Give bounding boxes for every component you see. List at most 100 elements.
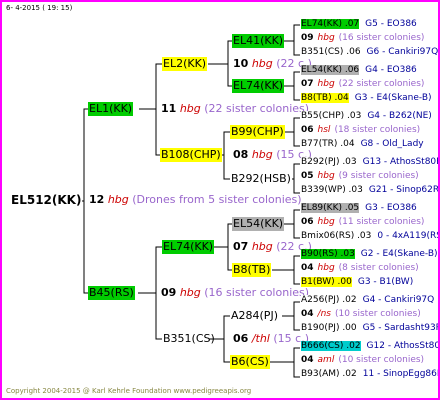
g4-note-3: (18 sister colonies) (334, 125, 421, 135)
g4-queen-top-5[interactable]: EL89(KK) .05 (301, 203, 360, 213)
g3-queen-1[interactable]: EL41(KK) (232, 34, 285, 48)
g2-queen-2[interactable]: B108(CHP) (160, 148, 222, 162)
g1-queen-1[interactable]: EL1(KK) (88, 102, 134, 116)
g2-queen-4[interactable]: B351(CS) (162, 332, 216, 346)
g4-queen-bot-8[interactable]: B93(AM) .02 (301, 369, 357, 379)
g4-hbg-5: hbg (317, 217, 335, 227)
g4-row-mid-6: 04 hbg (8 sister colonies) (300, 263, 420, 274)
g4-queen-bot-7[interactable]: B190(PJ) .00 (301, 323, 357, 333)
g1-hbg-1: hbg (179, 102, 201, 115)
g4-row-mid-4: 05 hbg (9 sister colonies) (300, 171, 420, 182)
g4-queen-bot-3[interactable]: B77(TR) .04 (301, 139, 355, 149)
g1-queen-2[interactable]: B45(RS) (88, 286, 135, 300)
g4-queen-top-1[interactable]: EL74(KK) .07 (301, 19, 360, 29)
g4-queen-top-8[interactable]: B666(CS) .02 (301, 341, 361, 351)
root-drone-info: 12 hbg (Drones from 5 sister colonies) (88, 193, 303, 207)
g4-queen-top-2[interactable]: EL54(KK) .06 (301, 65, 360, 75)
root-note: (Drones from 5 sister colonies) (132, 193, 302, 206)
g2-queen-3[interactable]: EL74(KK) (162, 240, 215, 254)
g4-line-top-2: G4 - EO386 (365, 65, 417, 75)
g4-num-5: 06 (301, 217, 314, 227)
g4-row-mid-1: 09 hbg (16 sister colonies) (300, 33, 425, 44)
g4-line-bot-7: G5 - Sardasht93R (362, 323, 440, 333)
g4-line-top-5: G3 - EO386 (365, 203, 417, 213)
g3-queen-8[interactable]: B6(CS) (230, 355, 270, 369)
g4-hbg-7: /ns (317, 309, 331, 319)
g4-num-8: 04 (301, 355, 314, 365)
copyright-footer: Copyright 2004-2015 @ Karl Kehrle Founda… (6, 387, 252, 395)
g4-queen-bot-6[interactable]: B1(BW) .00 (301, 277, 352, 287)
g1-drone-2: 09 hbg (16 sister colonies) (160, 286, 310, 300)
g4-line-bot-2: G3 - E4(Skane-B) (354, 93, 432, 103)
g2-hbg-1: hbg (251, 57, 273, 70)
g2-num-3: 07 (233, 240, 249, 253)
g4-line-bot-3: G8 - Old_Lady (360, 139, 424, 149)
g4-line-top-7: G4 - Cankiri97Q (362, 295, 435, 305)
g4-note-5: (11 sister colonies) (338, 217, 425, 227)
g4-line-top-4: G13 - AthosSt80R (362, 157, 440, 167)
g4-row-bot-5: Bmix06(RS) .03 0 - 4xA119(RS) (300, 231, 438, 242)
g2-drone-4: 06 /thl (15 c.) (232, 332, 310, 346)
g2-hbg-4: /thl (251, 332, 270, 345)
g4-queen-top-4[interactable]: B292(PJ) .03 (301, 157, 357, 167)
g2-num-1: 10 (233, 57, 249, 70)
g3-queen-2[interactable]: EL74(KK) (232, 79, 285, 93)
g1-hbg-2: hbg (179, 286, 201, 299)
g3-queen-6[interactable]: B8(TB) (232, 263, 272, 277)
g4-queen-bot-4[interactable]: B339(WP) .03 (301, 185, 363, 195)
g4-queen-bot-5[interactable]: Bmix06(RS) .03 (301, 231, 372, 241)
g4-note-4: (9 sister colonies) (338, 171, 419, 181)
g1-note-1: (22 sister colonies) (204, 102, 310, 115)
g4-num-3: 06 (301, 125, 314, 135)
g4-row-bot-8: B93(AM) .02 11 - SinopEgg86R (300, 369, 440, 380)
pedigree-frame: 6- 4-2015 ( 19: 15) EL512(KK) 12 hbg (Dr… (0, 0, 440, 400)
g4-line-top-3: G4 - B262(NE) (367, 111, 432, 121)
g4-note-1: (16 sister colonies) (338, 33, 425, 43)
g4-row-bot-4: B339(WP) .03 G21 - Sinop62R (300, 185, 440, 196)
g4-hbg-3: hsl (317, 125, 331, 135)
g2-num-4: 06 (233, 332, 249, 345)
g4-row-top-4: B292(PJ) .03 G13 - AthosSt80R (300, 157, 440, 168)
g1-drone-1: 11 hbg (22 sister colonies) (160, 102, 310, 116)
g4-queen-top-3[interactable]: B55(CHP) .03 (301, 111, 362, 121)
g4-row-mid-5: 06 hbg (11 sister colonies) (300, 217, 425, 228)
g1-num-2: 09 (161, 286, 177, 299)
g4-line-bot-6: G3 - B1(BW) (357, 277, 414, 287)
g4-line-bot-8: 11 - SinopEgg86R (362, 369, 440, 379)
g2-hbg-3: hbg (251, 240, 273, 253)
g3-queen-3[interactable]: B99(CHP) (230, 125, 285, 139)
g4-queen-top-7[interactable]: A256(PJ) .02 (301, 295, 357, 305)
g4-line-top-1: G5 - EO386 (365, 19, 417, 29)
g4-queen-top-6[interactable]: B90(RS) .03 (301, 249, 355, 259)
g4-line-bot-1: G6 - Cankiri97Q (366, 47, 439, 57)
g4-hbg-6: hbg (317, 263, 335, 273)
g4-row-mid-8: 04 aml (10 sister colonies) (300, 355, 425, 366)
g4-row-mid-3: 06 hsl (18 sister colonies) (300, 125, 421, 136)
g4-row-bot-7: B190(PJ) .00 G5 - Sardasht93R (300, 323, 440, 334)
g4-num-4: 05 (301, 171, 314, 181)
g4-row-top-3: B55(CHP) .03 G4 - B262(NE) (300, 111, 433, 122)
g3-queen-5[interactable]: EL54(KK) (232, 217, 285, 231)
g4-row-bot-2: B8(TB) .04 G3 - E4(Skane-B) (300, 93, 433, 104)
g4-line-bot-4: G21 - Sinop62R (368, 185, 440, 195)
root-hbg: hbg (107, 193, 129, 206)
g4-row-bot-1: B351(CS) .06 G6 - Cankiri97Q (300, 47, 439, 58)
g3-queen-4[interactable]: B292(HSB) (230, 172, 292, 186)
g4-queen-bot-2[interactable]: B8(TB) .04 (301, 93, 349, 103)
g4-note-6: (8 sister colonies) (338, 263, 419, 273)
g4-queen-bot-1[interactable]: B351(CS) .06 (301, 47, 361, 57)
g2-queen-1[interactable]: EL2(KK) (162, 57, 208, 71)
g4-note-2: (22 sister colonies) (338, 79, 425, 89)
g4-row-top-5: EL89(KK) .05 G3 - EO386 (300, 203, 418, 214)
g4-num-6: 04 (301, 263, 314, 273)
g4-row-top-6: B90(RS) .03 G2 - E4(Skane-B) (300, 249, 438, 260)
g3-queen-7[interactable]: A284(PJ) (230, 309, 279, 323)
root-queen[interactable]: EL512(KK) (10, 193, 83, 208)
g4-line-top-8: G12 - AthosSt80R (366, 341, 440, 351)
g4-note-7: (10 sister colonies) (334, 309, 421, 319)
g4-note-8: (10 sister colonies) (338, 355, 425, 365)
g4-row-top-8: B666(CS) .02 G12 - AthosSt80R (300, 341, 440, 352)
g4-row-bot-3: B77(TR) .04 G8 - Old_Lady (300, 139, 425, 150)
g4-num-1: 09 (301, 33, 314, 43)
g4-hbg-8: aml (317, 355, 335, 365)
